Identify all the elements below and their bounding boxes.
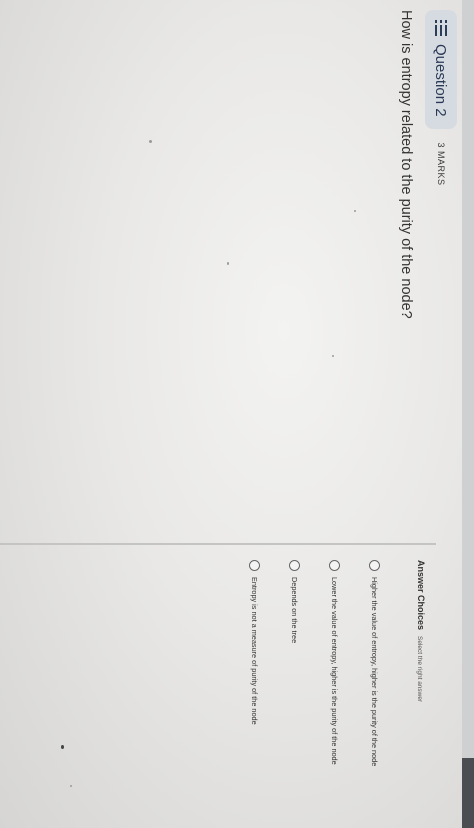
answer-choices-panel: Answer Choices Select the right answer H…: [86, 560, 426, 800]
radio-button[interactable]: [289, 560, 301, 571]
question-text: How is entropy related to the purity of …: [398, 10, 414, 319]
screen-speck: [61, 745, 64, 749]
answer-choice-label: Higher the value of entropy, higher is t…: [370, 577, 380, 767]
screen-speck: [332, 355, 334, 357]
answer-choice[interactable]: Higher the value of entropy, higher is t…: [364, 560, 386, 790]
radio-button[interactable]: [249, 560, 261, 571]
radio-button[interactable]: [329, 560, 341, 571]
question-number: Question 2: [432, 44, 450, 117]
answer-choice-label: Entropy is not a measure of purity of th…: [250, 577, 260, 725]
panel-divider: [0, 543, 436, 545]
marks-label: 3 MARKS: [436, 142, 446, 186]
radio-button[interactable]: [369, 560, 381, 571]
answer-choices-hint: Select the right answer: [416, 636, 423, 703]
answer-choice[interactable]: Entropy is not a measure of purity of th…: [244, 560, 266, 790]
screen-speck: [70, 785, 72, 787]
answer-choices-title: Answer Choices Select the right answer: [416, 560, 426, 800]
answer-choices-heading: Answer Choices: [416, 560, 426, 631]
window-edge: [462, 0, 474, 828]
list-icon: [434, 20, 448, 36]
screen-speck: [354, 210, 356, 212]
question-nav-button[interactable]: Question 2: [425, 10, 457, 129]
question-header: Question 2 3 MARKS: [422, 10, 460, 186]
screen-speck: [227, 262, 229, 265]
answer-choice[interactable]: Depends on the tree: [284, 560, 306, 790]
answer-choice-label: Lower the value of entropy, higher is th…: [330, 577, 340, 765]
screen-photo: Question 2 3 MARKS How is entropy relate…: [0, 0, 474, 828]
answer-choice-label: Depends on the tree: [290, 577, 300, 644]
screen-speck: [149, 140, 152, 143]
answer-choice[interactable]: Lower the value of entropy, higher is th…: [324, 560, 346, 790]
quiz-page: Question 2 3 MARKS How is entropy relate…: [0, 0, 474, 828]
window-corner: [462, 758, 474, 828]
